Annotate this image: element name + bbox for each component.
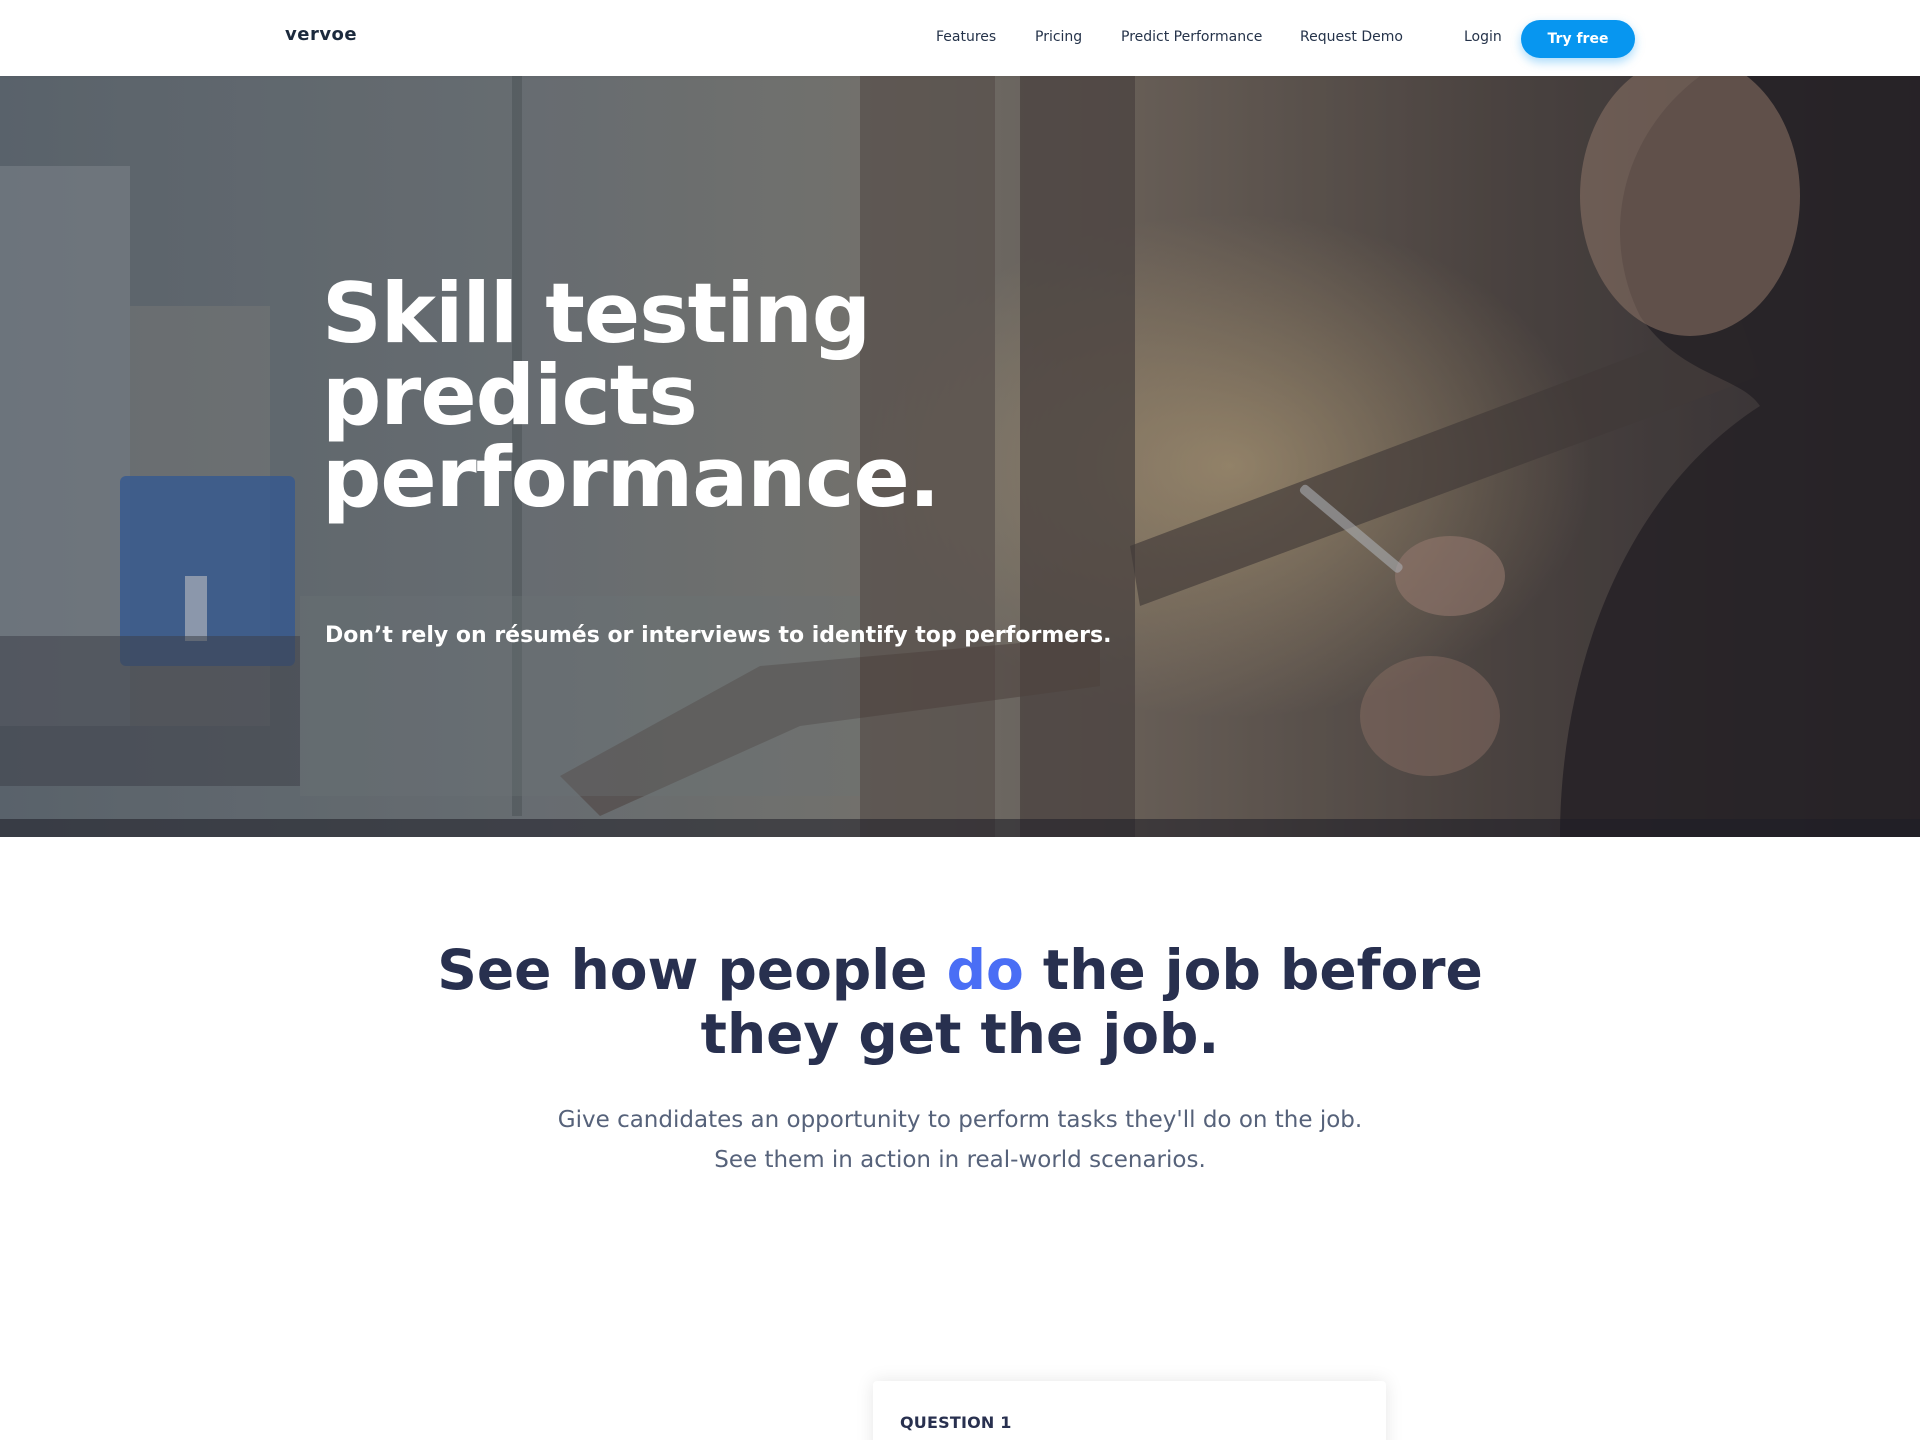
hero-subtitle: Don’t rely on résumés or interviews to i… bbox=[325, 623, 1112, 648]
hero-title: Skill testing predicts performance. bbox=[322, 265, 940, 526]
question-card: QUESTION 1 bbox=[873, 1381, 1386, 1440]
section-description-line-2: See them in action in real-world scenari… bbox=[714, 1147, 1206, 1173]
nav-link-features[interactable]: Features bbox=[936, 29, 996, 45]
top-navbar: vervoe Features Pricing Predict Performa… bbox=[0, 0, 1920, 76]
hero-section: Skill testing predicts performance. Don’… bbox=[0, 76, 1920, 837]
login-link[interactable]: Login bbox=[1464, 29, 1502, 45]
nav-link-pricing[interactable]: Pricing bbox=[1035, 29, 1082, 45]
section-description-line-1: Give candidates an opportunity to perfor… bbox=[557, 1107, 1363, 1133]
vervoe-logo[interactable]: vervoe bbox=[285, 24, 357, 45]
section-title: See how people do the job before they ge… bbox=[360, 938, 1560, 1066]
nav-link-predict-performance[interactable]: Predict Performance bbox=[1121, 29, 1262, 45]
page: vervoe Features Pricing Predict Performa… bbox=[0, 0, 1920, 1440]
question-label: QUESTION 1 bbox=[900, 1413, 1012, 1432]
section-title-part-1: See how people bbox=[437, 938, 947, 1002]
try-free-button[interactable]: Try free bbox=[1521, 20, 1635, 58]
nav-link-request-demo[interactable]: Request Demo bbox=[1300, 29, 1403, 45]
hero-bottom-strip bbox=[0, 819, 1920, 837]
section-title-highlight: do bbox=[946, 938, 1024, 1002]
section-description: Give candidates an opportunity to perfor… bbox=[360, 1100, 1560, 1180]
